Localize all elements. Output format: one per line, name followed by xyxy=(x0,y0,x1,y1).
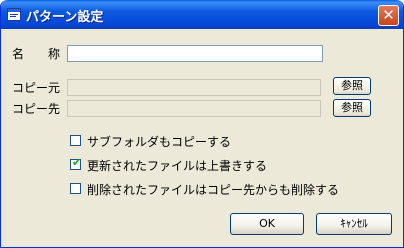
overwrite-checkbox-label: 更新されたファイルは上書きする xyxy=(87,159,268,173)
name-field[interactable] xyxy=(67,45,323,62)
window-title: パターン設定 xyxy=(26,10,104,25)
overwrite-checkbox[interactable]: ✔ xyxy=(70,156,82,170)
name-label: 名 称 xyxy=(12,47,61,61)
dest-path-field xyxy=(67,100,321,117)
checkmark-icon: ✔ xyxy=(72,156,82,169)
close-button[interactable]: ✕ xyxy=(378,5,399,26)
source-label: コピー元 xyxy=(12,81,61,95)
delete-checkbox-label: 削除されたファイルはコピー先からも削除する xyxy=(87,183,340,197)
delete-checkbox[interactable] xyxy=(70,183,81,194)
subfolder-checkbox[interactable] xyxy=(70,135,81,146)
title-bar[interactable]: パターン設定 ✕ xyxy=(1,0,403,29)
ok-button[interactable]: OK xyxy=(230,213,304,235)
subfolder-checkbox-label: サブフォルダもコピーする xyxy=(87,135,232,149)
window-app-icon xyxy=(7,8,21,21)
cancel-button[interactable]: ｷｬﾝｾﾙ xyxy=(316,213,392,235)
dest-label: コピー先 xyxy=(12,102,61,116)
dest-browse-button[interactable]: 参照 xyxy=(333,99,371,117)
source-path-field xyxy=(67,79,321,96)
dialog-window: パターン設定 ✕ 名 称 コピー元 参照 コピー先 参照 サブフォルダもコピーす… xyxy=(0,0,404,248)
source-browse-button[interactable]: 参照 xyxy=(333,77,371,95)
close-icon: ✕ xyxy=(382,6,395,24)
